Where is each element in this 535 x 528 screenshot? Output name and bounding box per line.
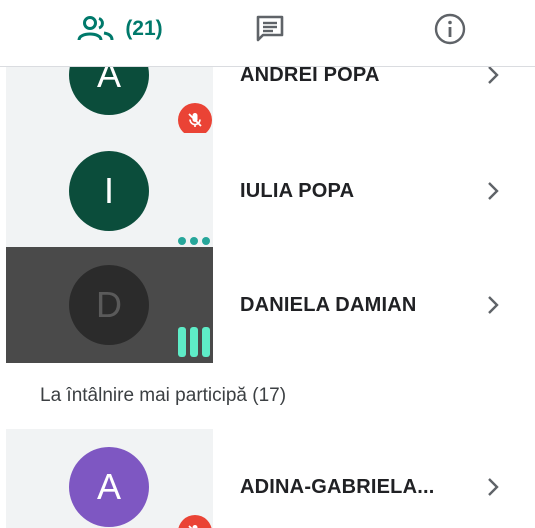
avatar: I [69,151,149,231]
participant-tile: A [6,429,213,528]
typing-dots-icon [178,237,210,245]
people-count: (21) [125,17,163,40]
chevron-right-icon[interactable] [486,429,500,528]
participant-tile: A [6,67,213,137]
participant-tile: I [6,133,213,249]
participant-list[interactable]: A ANDREI POPA I IULIA POPA D DANIELA DAM… [0,67,535,528]
avatar-initial: A [96,67,121,95]
chevron-right-icon[interactable] [486,247,500,363]
tab-chat[interactable] [230,0,310,58]
avatar: D [69,265,149,345]
participant-name: ADINA-GABRIELA... [240,476,435,498]
mic-off-icon [188,525,198,528]
muted-badge [178,515,212,528]
mic-off-icon [188,113,202,127]
participant-row[interactable]: A ADINA-GABRIELA... [0,429,535,528]
speaking-indicator-icon [178,327,210,357]
avatar: A [69,67,149,115]
participant-row[interactable]: I IULIA POPA [0,133,535,249]
participant-row[interactable]: D DANIELA DAMIAN [0,247,535,363]
muted-badge [178,103,212,137]
avatar-initial: A [96,466,121,507]
chat-icon [256,15,284,42]
chevron-right-icon[interactable] [486,67,500,133]
participant-name: DANIELA DAMIAN [240,294,417,316]
tab-bar: (21) [0,0,535,58]
chevron-right-icon[interactable] [486,133,500,249]
section-header: La întâlnire mai participă (17) [40,385,287,406]
info-icon [434,13,466,45]
participant-row[interactable]: A ANDREI POPA [0,67,535,137]
avatar-initial: I [103,170,114,211]
participant-tile: D [6,247,213,363]
tab-people[interactable]: (21) [60,0,180,58]
people-icon [77,16,114,41]
avatar-initial: D [96,284,122,325]
participant-name: IULIA POPA [240,180,355,202]
avatar: A [69,447,149,527]
participant-name: ANDREI POPA [240,67,380,86]
tab-info[interactable] [410,0,490,58]
